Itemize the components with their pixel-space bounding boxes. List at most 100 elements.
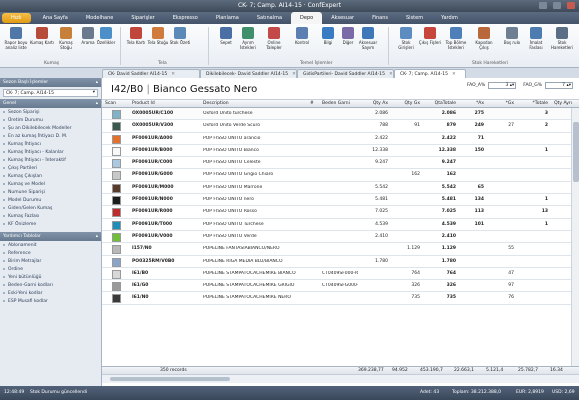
fabric-card-button[interactable]: Kumaş Kartı [30, 27, 54, 45]
table-row[interactable]: OX0005UR/C100 Oxford Unito turchese 2.086 2… [102, 108, 579, 121]
menu-siparisler[interactable]: Siparişler [122, 12, 163, 24]
menu-planlama[interactable]: Planlama [207, 12, 248, 24]
table-row[interactable]: PF0091UR/V000 POP FISSO UNITO Verde 2.410 2… [102, 231, 579, 244]
doc-tab-active[interactable]: CK- 7; Camp. AI14-15 ✕ [394, 69, 466, 78]
scroll-thumb[interactable] [110, 377, 230, 381]
horizontal-scrollbar[interactable] [102, 374, 579, 383]
sidebar-item[interactable]: Beden-Garni kodları [0, 281, 101, 289]
table-row[interactable]: PF0091UR/M000 POP FISSO UNITO Marrone 5.54… [102, 182, 579, 195]
tela-stock-button[interactable]: Tela Stoğu [146, 27, 170, 45]
collapse-icon[interactable]: ▴ [96, 234, 98, 239]
menu-modelhane[interactable]: Modelhane [77, 12, 123, 24]
doc-tab[interactable]: Dikilebilecek- David Saddler AI14-15 ✕ [200, 69, 297, 78]
vertical-scrollbar[interactable] [571, 108, 579, 366]
table-row[interactable]: OX0005UR/V300 Oxford Unito Verde Scuro 788… [102, 120, 579, 133]
sidebar-item[interactable]: Kumaş Fazlası [0, 212, 101, 220]
collapse-icon[interactable]: ▴ [96, 101, 98, 106]
table-row[interactable]: I157/N0 POPELINE FANTASIABIANCO/NERO 1.129… [102, 243, 579, 256]
sidebar-item[interactable]: Numune Siparişi [0, 188, 101, 196]
menu-finans[interactable]: Finans [363, 12, 397, 24]
sidebar-header[interactable]: Sezon Başlı İşlemler ▴ [0, 78, 101, 87]
menu-yardim[interactable]: Yardım [432, 12, 467, 24]
column-header[interactable]: Description [203, 101, 308, 106]
menu-ekspresso[interactable]: Ekspresso [164, 12, 207, 24]
production-button[interactable]: İmalat Faslası [524, 27, 548, 50]
properties-button[interactable]: Özellikler [94, 27, 118, 45]
doc-tab[interactable]: CK- David Saddler AI14-15 ✕ [102, 69, 200, 78]
stock-summary-button[interactable]: Stok Özeti [168, 27, 192, 45]
table-row[interactable]: PF0091UR/G000 POP FISSO UNITO Grigio Chia… [102, 169, 579, 182]
column-header[interactable]: Qty Ayrı [554, 101, 572, 106]
sidebar-item[interactable]: Kumaş İhtiyacı - İnteraktif [0, 156, 101, 164]
column-header[interactable]: Qty Ax [360, 101, 388, 106]
tela-card-button[interactable]: Tela Kartı [124, 27, 148, 45]
sidebar-item[interactable]: Model Durumu [0, 196, 101, 204]
menu-aksesuar[interactable]: Aksesuar [322, 12, 363, 24]
column-header[interactable]: *Ax [462, 101, 484, 106]
season-selector[interactable]: CK- 7; Camp. AI14-15 ▾ [3, 89, 98, 97]
minimize-icon[interactable] [539, 2, 547, 9]
report-button[interactable]: Rapor boyu analiz liste [4, 27, 28, 50]
close-icon[interactable] [567, 2, 575, 9]
sidebar-item[interactable]: Yeni bütünlüğü [0, 273, 101, 281]
table-row[interactable]: PF0091UR/N000 POP FISSO UNITO nero 5.481 5.… [102, 194, 579, 207]
sidebar-item[interactable]: Üretim Durumu [0, 116, 101, 124]
collapse-icon[interactable]: ▴ [96, 80, 98, 85]
table-row[interactable]: PF0091UR/T000 POP FISSO UNITO Turchese 4.5… [102, 219, 579, 231]
sidebar-item[interactable]: Reference [0, 249, 101, 257]
sidebar-item[interactable]: Giden/Gelen Kumaş [0, 204, 101, 212]
table-row[interactable]: I61/B0 POPELINE STAMPATOCACHEMIRE BIANCO C… [102, 268, 579, 281]
menu-satinalma[interactable]: Satınalma [248, 12, 291, 24]
sidebar-item[interactable]: Ablonamenit [0, 241, 101, 249]
sidebar-item[interactable]: Kumaş Çıkışları [0, 172, 101, 180]
sidebar-item[interactable]: Kumaş İhtiyacı [0, 140, 101, 148]
roll-split-button[interactable]: Top Bölme İstekleri [444, 27, 468, 50]
sidebar-item[interactable]: Sezon Siparişi [0, 108, 101, 116]
menu-depo[interactable]: Depo [291, 12, 323, 24]
stock-movements-button[interactable]: Stok Hareketleri [550, 27, 574, 50]
close-icon[interactable]: ✕ [292, 72, 296, 77]
empty-roll-button[interactable]: Boş rulo [500, 27, 524, 45]
close-icon[interactable]: ✕ [452, 72, 456, 77]
sidebar-header[interactable]: Genel ▴ [0, 99, 101, 108]
doc-tab[interactable]: GidisPartileri- David Saddler AI14-15 ✕ [297, 69, 394, 78]
table-row[interactable]: PF0091UR/R000 POP FISSO UNITO Rosso 7.025 7… [102, 206, 579, 219]
online-requests-button[interactable]: Online Talepler [262, 27, 286, 50]
fabric-stock-button[interactable]: Kumaş Stoğu [54, 27, 78, 50]
sidebar-item[interactable]: Eski-Yeni kodlar [0, 289, 101, 297]
sidebar-item[interactable]: Kumaş ve Model [0, 180, 101, 188]
fao-g-input[interactable]: 7 ▴▾ [545, 82, 573, 89]
exit-slips-button[interactable]: Çıkış Fişleri [418, 27, 442, 45]
maximize-icon[interactable] [553, 2, 561, 9]
fao-a-input[interactable]: 3 ▴▾ [488, 82, 517, 89]
close-icon[interactable]: ✕ [389, 72, 393, 77]
column-header[interactable]: *Gx [492, 101, 514, 106]
exit-button[interactable]: Kapsdan Çıkış [472, 27, 496, 50]
control-button[interactable]: Kontrol [290, 27, 314, 45]
table-row[interactable]: I61/G0 POPELINE STAMPATOCACHEMIRE GRIGIO C… [102, 280, 579, 293]
basket-button[interactable]: Sepet [214, 27, 238, 45]
table-row[interactable]: PF0091UR/A000 POP FISSO UNITO arancio 2.42… [102, 133, 579, 145]
column-header[interactable]: Qty Gx [396, 101, 420, 106]
accessory-count-button[interactable]: Aksesuar Sayım [356, 27, 380, 50]
column-header[interactable]: Product Id [132, 101, 202, 106]
sidebar-header[interactable]: Yardımcı Tablolar ▴ [0, 232, 101, 241]
sidebar-item[interactable]: En az kumaş İhtiyacı D. M. [0, 132, 101, 140]
sidebar-item[interactable]: Şu an Dikilebilecek Modeller [0, 124, 101, 132]
scroll-thumb[interactable] [573, 122, 579, 182]
sidebar-item[interactable]: KF Önizleme [0, 220, 101, 228]
column-header[interactable]: Scan [105, 101, 130, 106]
sidebar-item[interactable]: Birim Metrajlar [0, 257, 101, 265]
column-header[interactable]: Beden Garni [322, 101, 358, 106]
close-icon[interactable]: ✕ [171, 72, 175, 77]
menu-sistem[interactable]: Sistem [397, 12, 432, 24]
stock-entries-button[interactable]: Stok Girişleri [394, 27, 418, 50]
sidebar-item[interactable]: Kumaş İhtiyacı - Kalanlar [0, 148, 101, 156]
split-requests-button[interactable]: Ayrım İstekleri [236, 27, 260, 50]
column-header[interactable]: # [310, 101, 320, 106]
sidebar-item[interactable]: ESP Musafi kodlar [0, 297, 101, 305]
column-header[interactable]: QtaTotale [422, 101, 456, 106]
sidebar-item[interactable]: Çıkış Partileri [0, 164, 101, 172]
app-menu-button[interactable]: Hızlı [2, 13, 31, 23]
table-row[interactable]: PF0091UR/C000 POP FISSO UNITO Celeste 9.24… [102, 157, 579, 170]
